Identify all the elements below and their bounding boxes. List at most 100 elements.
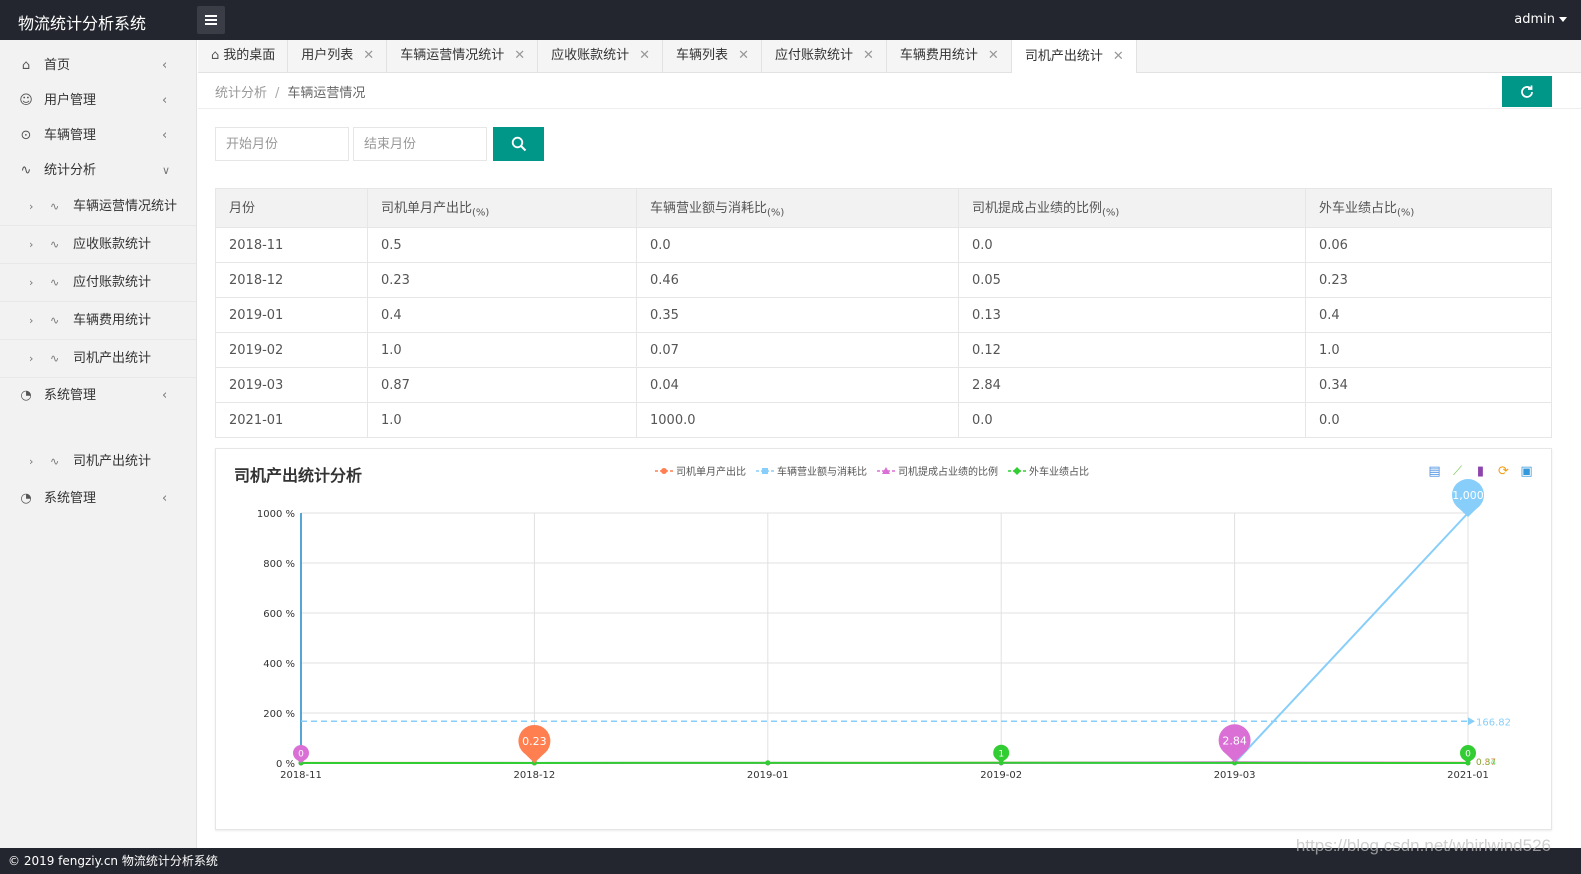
tab-driver-output[interactable]: 司机产出统计 ✕ [1011,40,1137,73]
table-cell: 0.23 [1305,262,1552,298]
table-cell: 0.4 [367,297,637,333]
breadcrumb-separator: / [275,86,280,101]
close-icon[interactable]: ✕ [1113,41,1124,73]
sidebar: ⌂ 首页 ‹ ☺ 用户管理 ‹ ⊙ 车辆管理 ‹ ∿ 统计分析 ∨ › ∿ 车辆运营… [0,40,197,848]
home-icon: ⌂ [211,48,220,63]
stats-table: 月份 司机单月产出比(%) 车辆营业额与消耗比(%) 司机提成占业绩的比例(%)… [215,188,1552,438]
tab-label: 车辆费用统计 [899,48,978,63]
legend-item[interactable]: 车辆营业额与消耗比 [756,463,867,478]
table-cell: 1.0 [367,402,637,438]
table-cell: 0.34 [1305,367,1552,403]
table-cell: 0.0 [958,402,1306,438]
sidebar-subitem-receivables[interactable]: › ∿ 应收账款统计 [0,226,196,264]
legend-item[interactable]: 外车业绩占比 [1008,463,1089,478]
sidebar-subitem-vehicle-costs[interactable]: › ∿ 车辆费用统计 [0,302,196,340]
y-tick-label: 200 % [263,709,295,720]
table-cell: 0.0 [1305,402,1552,438]
sidebar-item-statistics[interactable]: ∿ 统计分析 ∨ [0,153,196,188]
sidebar-subitem-driver-output-extra[interactable]: › ∿ 司机产出统计 [0,443,196,481]
chevron-left-icon: ‹ [162,128,168,143]
chevron-right-icon: › [29,352,34,365]
pulse-icon: ∿ [50,200,60,213]
close-icon[interactable]: ✕ [988,40,999,72]
watermark: https://blog.csdn.net/whirlwind526 [1295,836,1551,855]
table-cell: 2019-03 [215,367,368,403]
table-cell: 0.0 [958,227,1306,263]
bar-chart-icon[interactable]: ▮ [1472,463,1489,480]
close-icon[interactable]: ✕ [639,40,650,72]
tab-my-desktop[interactable]: ⌂ 我的桌面 [198,40,289,72]
sidebar-subitem-label: 应收账款统计 [73,237,152,252]
chevron-left-icon: ‹ [162,388,168,403]
end-month-input[interactable] [353,127,487,161]
table-cell: 0.23 [367,262,637,298]
start-month-input[interactable] [215,127,349,161]
tab-vehicle-operation[interactable]: 车辆运营情况统计 ✕ [387,40,539,72]
chevron-left-icon: ‹ [162,491,168,506]
average-arrow [1468,717,1475,726]
breadcrumb-current: 车辆运营情况 [287,86,366,101]
pulse-icon: ∿ [50,352,60,365]
legend-item[interactable]: 司机单月产出比 [655,463,746,478]
sidebar-subitem-driver-output[interactable]: › ∿ 司机产出统计 [0,340,196,378]
column-header: 司机提成占业绩的比例(%) [958,188,1306,228]
table-cell: 2021-01 [215,402,368,438]
tab-payables[interactable]: 应付账款统计 ✕ [762,40,887,72]
gauge-icon: ◔ [20,388,32,403]
close-icon[interactable]: ✕ [863,40,874,72]
sidebar-item-label: 系统管理 [44,491,97,506]
sidebar-subitem-label: 司机产出统计 [73,351,152,366]
chevron-down-icon: ∨ [162,164,171,177]
tab-receivables[interactable]: 应收账款统计 ✕ [538,40,664,72]
y-tick-label: 600 % [263,609,295,620]
restore-icon[interactable]: ⟳ [1495,463,1512,480]
pulse-icon: ∿ [50,455,60,468]
table-cell: 2019-01 [215,297,368,333]
close-icon[interactable]: ✕ [738,40,749,72]
search-form [215,127,544,161]
sidebar-item-vehicles[interactable]: ⊙ 车辆管理 ‹ [0,118,196,153]
tab-bar: ⌂ 我的桌面 用户列表 ✕ 车辆运营情况统计 ✕ 应收账款统计 ✕ 车辆列表 ✕ 应付账款… [198,40,1581,73]
sidebar-subitem-vehicle-operation[interactable]: › ∿ 车辆运营情况统计 [0,188,196,226]
sidebar-subitem-label: 应付账款统计 [73,275,152,290]
sidebar-subitem-payables[interactable]: › ∿ 应付账款统计 [0,264,196,302]
tab-vehicle-costs[interactable]: 车辆费用统计 ✕ [887,40,1012,72]
breadcrumb-parent[interactable]: 统计分析 [215,86,267,101]
search-button[interactable] [493,127,544,161]
breadcrumb: 统计分析 / 车辆运营情况 [215,82,365,101]
save-image-icon[interactable]: ▣ [1518,463,1535,480]
pulse-icon: ∿ [50,314,60,327]
legend-item[interactable]: 司机提成占业绩的比例 [877,463,998,478]
sidebar-item-users[interactable]: ☺ 用户管理 ‹ [0,83,196,118]
table-cell: 1.0 [367,332,637,368]
column-header: 司机单月产出比(%) [367,188,637,228]
sidebar-item-system-2[interactable]: ◔ 系统管理 ‹ [0,481,196,516]
legend-label: 车辆营业额与消耗比 [777,467,867,478]
x-tick-label: 2018-12 [514,770,556,781]
pulse-icon: ∿ [50,276,60,289]
app-title: 物流统计分析系统 [18,14,147,33]
sidebar-item-system[interactable]: ◔ 系统管理 ‹ [0,378,196,413]
close-icon[interactable]: ✕ [363,40,374,72]
pulse-icon: ∿ [20,163,32,178]
menu-toggle-button[interactable] [197,6,225,34]
user-menu[interactable]: admin [1514,12,1567,27]
tab-user-list[interactable]: 用户列表 ✕ [288,40,388,72]
tab-vehicle-list[interactable]: 车辆列表 ✕ [663,40,762,72]
chart-legend: 司机单月产出比 车辆营业额与消耗比 司机提成占业绩的比例 外车业绩占比 [655,463,1089,478]
close-icon[interactable]: ✕ [514,40,525,72]
table-cell: 2.84 [958,367,1306,403]
table-cell: 1000.0 [636,402,959,438]
sidebar-subitem-label: 车辆运营情况统计 [73,199,178,214]
pin-label: 2.84 [1222,734,1247,747]
x-tick-label: 2018-11 [280,770,322,781]
sidebar-subitem-label: 司机产出统计 [73,454,152,469]
refresh-button[interactable] [1502,76,1552,107]
chevron-left-icon: ‹ [162,58,168,73]
tab-label: 司机产出统计 [1024,48,1103,64]
table-cell: 0.05 [958,262,1306,298]
sidebar-item-home[interactable]: ⌂ 首页 ‹ [0,48,196,83]
legend-label: 司机单月产出比 [676,467,746,478]
line-chart-icon[interactable]: ⟋ [1449,463,1466,480]
data-view-icon[interactable]: ▤ [1426,463,1443,480]
